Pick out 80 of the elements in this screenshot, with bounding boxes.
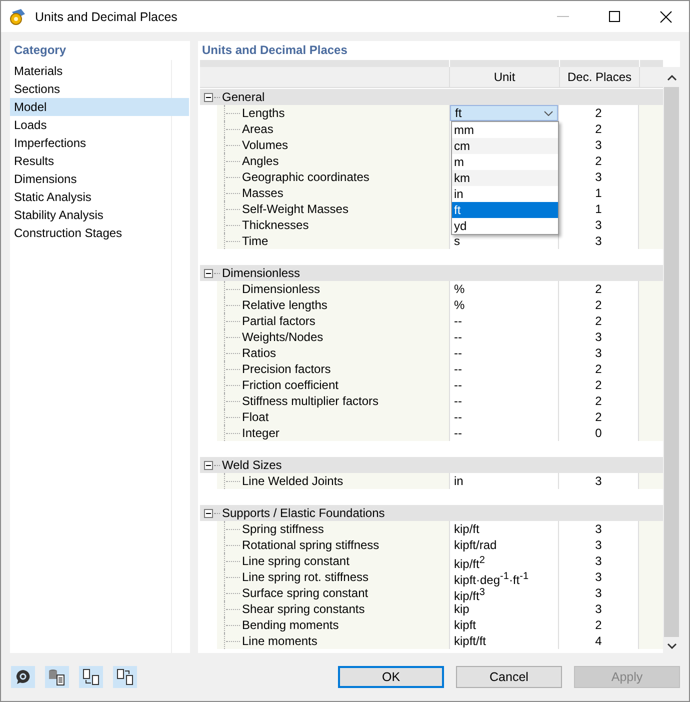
database-document-icon xyxy=(48,668,66,686)
dropdown-option[interactable]: in xyxy=(452,186,558,202)
dropdown-option[interactable]: ft xyxy=(452,202,558,218)
row-label: Line spring constant xyxy=(242,553,350,569)
paste-button[interactable] xyxy=(113,666,137,688)
row-label: Angles xyxy=(242,153,279,169)
app-icon xyxy=(9,8,27,26)
row-label: Stiffness multiplier factors xyxy=(242,393,378,409)
row-label: Time xyxy=(242,233,268,249)
category-item[interactable]: Loads xyxy=(10,116,189,134)
close-icon[interactable] xyxy=(660,10,672,22)
row-label: Weights/Nodes xyxy=(242,329,324,345)
dropdown-option[interactable]: mm xyxy=(452,122,558,138)
group-label: General xyxy=(222,89,265,105)
dialog-button[interactable]: Cancel xyxy=(456,666,562,688)
row-label: Bending moments xyxy=(242,617,339,633)
panel-title: Category xyxy=(13,42,68,59)
chevron-icon xyxy=(544,110,553,116)
row-label: Geographic coordinates xyxy=(242,169,370,185)
help-icon xyxy=(15,669,31,685)
help-button[interactable] xyxy=(11,666,35,688)
table-cell xyxy=(638,633,663,649)
collapse-icon[interactable] xyxy=(204,268,213,278)
column-header: Dec. Places xyxy=(559,67,639,87)
row-label: Masses xyxy=(242,185,284,201)
collapse-icon[interactable] xyxy=(204,460,213,470)
row-label: Line spring rot. stiffness xyxy=(242,569,369,585)
row-label: Partial factors xyxy=(242,313,316,329)
row-label: Thicknesses xyxy=(242,217,309,233)
table-cell xyxy=(638,233,663,249)
category-item[interactable]: Construction Stages xyxy=(10,224,189,242)
row-label: Float xyxy=(242,409,269,425)
category-item[interactable]: Model xyxy=(10,98,189,116)
category-item[interactable]: Dimensions xyxy=(10,170,189,188)
documents-arrow-icon xyxy=(82,668,100,686)
scroll-down-icon[interactable] xyxy=(666,643,676,649)
dropdown-option[interactable]: km xyxy=(452,170,558,186)
category-item[interactable]: Sections xyxy=(10,80,189,98)
row-label: Relative lengths xyxy=(242,297,328,313)
category-item[interactable]: Results xyxy=(10,152,189,170)
row-label: Shear spring constants xyxy=(242,601,365,617)
category-item[interactable]: Stability Analysis xyxy=(10,206,189,224)
table-cell xyxy=(638,425,663,441)
row-label: Rotational spring stiffness xyxy=(242,537,380,553)
row-label: Lengths xyxy=(242,105,285,121)
ok-button[interactable]: OK xyxy=(338,666,444,688)
database-button[interactable] xyxy=(45,666,69,688)
row-label: Surface spring constant xyxy=(242,585,368,601)
row-label: Areas xyxy=(242,121,274,137)
dropdown-option[interactable]: cm xyxy=(452,138,558,154)
panel-title: Units and Decimal Places xyxy=(201,42,348,59)
dropdown-option[interactable]: m xyxy=(452,154,558,170)
group-label: Weld Sizes xyxy=(222,457,282,473)
maximize-icon[interactable] xyxy=(609,11,620,22)
row-label: Line moments xyxy=(242,633,318,649)
scroll-up-icon[interactable] xyxy=(666,75,676,81)
dropdown-option[interactable]: yd xyxy=(452,218,558,234)
row-label: Spring stiffness xyxy=(242,521,324,537)
category-item[interactable]: Imperfections xyxy=(10,134,189,152)
row-label: Integer xyxy=(242,425,280,441)
column-header: Unit xyxy=(449,67,559,87)
row-label: Precision factors xyxy=(242,361,331,377)
category-item[interactable]: Materials xyxy=(10,62,189,80)
row-label: Dimensionless xyxy=(242,281,320,297)
collapse-icon[interactable] xyxy=(204,92,213,102)
group-label: Supports / Elastic Foundations xyxy=(222,505,385,521)
copy-button[interactable] xyxy=(79,666,103,688)
row-label: Ratios xyxy=(242,345,276,361)
category-item[interactable]: Static Analysis xyxy=(10,188,189,206)
collapse-icon[interactable] xyxy=(204,508,213,518)
row-label: Volumes xyxy=(242,137,288,153)
group-label: Dimensionless xyxy=(222,265,300,281)
window-title: Units and Decimal Places xyxy=(35,10,178,24)
row-label: Self-Weight Masses xyxy=(242,201,348,217)
row-label: Friction coefficient xyxy=(242,377,338,393)
row-label: Line Welded Joints xyxy=(242,473,344,489)
vertical-scrollbar[interactable] xyxy=(663,67,680,653)
documents-arrow-icon xyxy=(116,668,134,686)
unit-dropdown[interactable]: ft xyxy=(450,105,558,121)
scroll-thumb[interactable] xyxy=(664,87,679,637)
